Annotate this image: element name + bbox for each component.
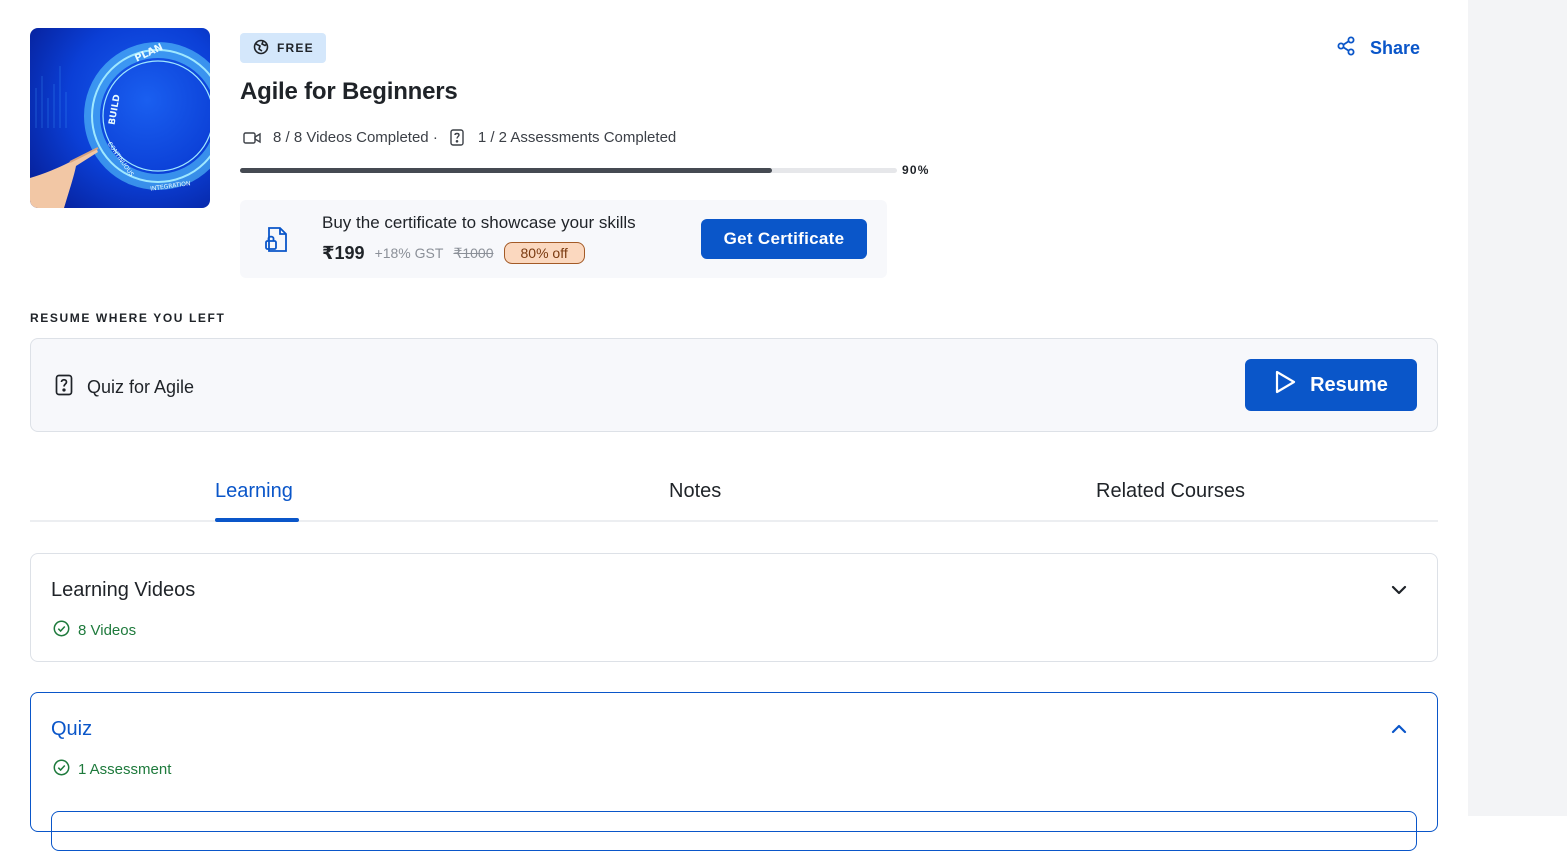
section-meta: 8 Videos xyxy=(53,620,136,641)
course-tabs: Learning Notes Related Courses xyxy=(30,466,1438,522)
section-title: Learning Videos xyxy=(51,579,196,601)
course-stats: 8 / 8 Videos Completed · 1 / 2 Assessmen… xyxy=(243,129,676,146)
chevron-down-icon[interactable] xyxy=(1389,580,1409,605)
free-badge: FREE xyxy=(240,33,326,63)
tab-related-courses[interactable]: Related Courses xyxy=(1096,480,1245,503)
certificate-promo: Buy the certificate to showcase your ski… xyxy=(240,200,887,278)
certificate-prompt: Buy the certificate to showcase your ski… xyxy=(322,213,636,232)
get-certificate-button[interactable]: Get Certificate xyxy=(701,219,867,259)
free-badge-label: FREE xyxy=(277,41,314,55)
section-meta-label: 8 Videos xyxy=(78,622,137,639)
check-circle-icon xyxy=(53,759,70,780)
resume-button[interactable]: Resume xyxy=(1245,359,1417,411)
course-page: PLAN BUILD CONTINUOUS INTEGRATION FREE A… xyxy=(0,0,1468,851)
certificate-price-row: ₹199 +18% GST ₹1000 80% off xyxy=(322,242,585,264)
quiz-section[interactable]: Quiz 1 Assessment xyxy=(30,692,1438,851)
section-title: Quiz xyxy=(51,718,93,740)
resume-button-label: Resume xyxy=(1310,373,1388,396)
course-title: Agile for Beginners xyxy=(240,78,458,105)
course-thumbnail-image: PLAN BUILD CONTINUOUS INTEGRATION xyxy=(30,28,210,208)
globe-icon xyxy=(253,39,269,58)
resume-item-label: Quiz for Agile xyxy=(87,377,195,397)
discount-badge: 80% off xyxy=(503,242,585,264)
resume-heading: RESUME WHERE YOU LEFT xyxy=(30,311,226,325)
course-progress-label: 90% xyxy=(902,163,930,177)
course-progress-bar xyxy=(240,168,897,173)
section-meta: 1 Assessment xyxy=(53,759,171,780)
section-meta-label: 1 Assessment xyxy=(78,761,172,778)
chevron-up-icon[interactable] xyxy=(1389,719,1409,744)
video-camera-icon xyxy=(243,131,261,145)
right-gutter xyxy=(1468,0,1567,816)
tab-learning[interactable]: Learning xyxy=(215,480,293,503)
share-button[interactable]: Share xyxy=(1336,36,1420,61)
assessment-icon xyxy=(55,374,73,401)
check-circle-icon xyxy=(53,620,70,641)
course-progress-fill xyxy=(240,168,773,173)
quiz-item-card[interactable] xyxy=(51,811,1417,851)
share-label: Share xyxy=(1370,38,1421,58)
certificate-gst: +18% GST xyxy=(374,245,444,261)
certificate-lock-icon xyxy=(264,226,290,259)
resume-item[interactable]: Quiz for Agile xyxy=(55,374,194,401)
course-thumbnail: PLAN BUILD CONTINUOUS INTEGRATION xyxy=(30,28,210,208)
learning-videos-section[interactable]: Learning Videos 8 Videos xyxy=(30,553,1438,662)
certificate-original-price: ₹1000 xyxy=(453,244,494,261)
assessments-completed: 1 / 2 Assessments Completed xyxy=(477,129,677,146)
videos-completed: 8 / 8 Videos Completed · xyxy=(273,129,438,146)
assessment-icon xyxy=(450,129,464,146)
certificate-price: ₹199 xyxy=(322,242,365,263)
resume-card: Quiz for Agile Resume xyxy=(30,338,1438,432)
play-icon xyxy=(1274,370,1296,400)
share-icon xyxy=(1336,36,1356,61)
tab-notes[interactable]: Notes xyxy=(669,480,721,503)
active-tab-indicator xyxy=(215,518,299,522)
